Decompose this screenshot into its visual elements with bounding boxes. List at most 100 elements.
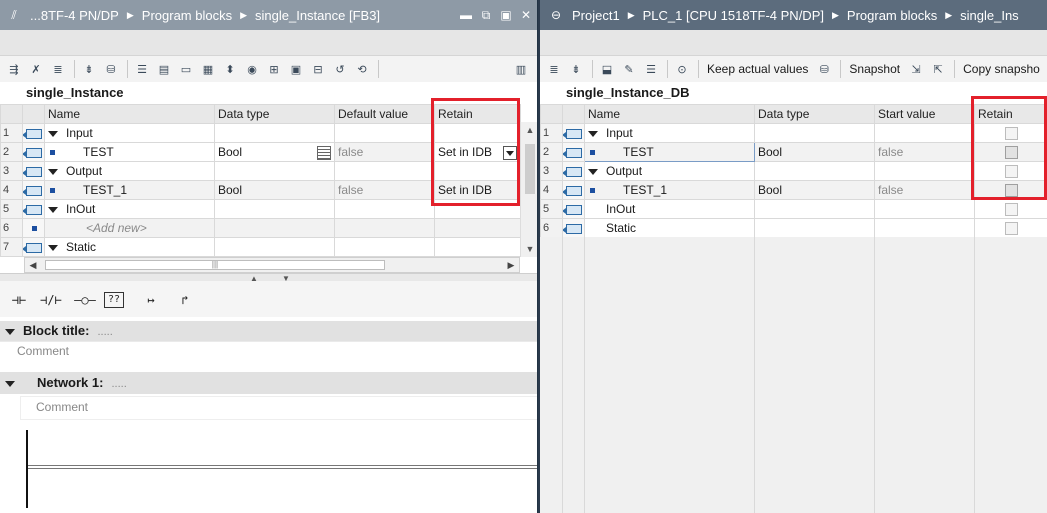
float-window-icon[interactable]: ⧉ — [479, 8, 493, 23]
table-row[interactable]: 4 TEST_1 Bool false Set in IDB — [0, 180, 521, 200]
horizontal-scrollbar[interactable]: ◀ ||| ▶ — [24, 257, 520, 273]
default-value-cell[interactable] — [334, 199, 435, 219]
table-row[interactable]: 4 TEST_1 Bool false — [540, 180, 1047, 200]
snapshot-load-icon[interactable]: ⇲ — [906, 59, 926, 79]
name-cell[interactable]: InOut — [584, 199, 755, 219]
name-cell[interactable]: Static — [44, 237, 215, 257]
insert-row-below-icon[interactable]: ⇟ — [79, 59, 99, 79]
insert-row-icon[interactable]: ≣ — [544, 59, 564, 79]
table-row[interactable]: 6 Static — [540, 218, 1047, 238]
breadcrumb-item[interactable]: Project1 — [572, 8, 620, 23]
expand-triangle-icon[interactable] — [48, 206, 58, 213]
expand-triangle-icon[interactable] — [48, 244, 58, 251]
name-cell[interactable]: Output — [44, 161, 215, 181]
breadcrumb-item[interactable]: PLC_1 [CPU 1518TF-4 PN/DP] — [643, 8, 824, 23]
unpin-icon[interactable]: ⊖ — [546, 8, 566, 22]
copy-snapshots-button[interactable]: Copy snapsho — [959, 59, 1044, 79]
scroll-thumb[interactable]: ||| — [45, 260, 385, 270]
data-type-cell[interactable] — [214, 237, 335, 257]
name-cell[interactable]: TEST — [584, 142, 755, 162]
retain-checkbox[interactable] — [1004, 222, 1018, 236]
data-type-cell[interactable] — [214, 199, 335, 219]
default-value-cell[interactable]: false — [334, 142, 435, 162]
column-header-default-value[interactable]: Default value — [334, 104, 435, 124]
retain-cell[interactable] — [434, 218, 521, 238]
call-hierarchy-icon[interactable]: ⊟ — [308, 59, 328, 79]
retain-checkbox[interactable] — [1004, 146, 1018, 160]
name-cell[interactable]: Input — [584, 123, 755, 143]
add-new-placeholder[interactable]: <Add new> — [86, 221, 147, 235]
monitoring-icon[interactable]: ⟲ — [352, 59, 372, 79]
empty-box-icon[interactable]: ?? — [104, 292, 124, 308]
table-row[interactable]: 1 Input — [540, 123, 1047, 143]
column-header-name[interactable]: Name — [44, 104, 215, 124]
maximize-icon[interactable]: ▣ — [499, 8, 513, 22]
retain-cell[interactable] — [434, 237, 521, 257]
minimize-icon[interactable]: ▬ — [459, 8, 473, 22]
retain-cell[interactable]: Set in IDB — [434, 180, 521, 200]
refresh-icon[interactable]: ↺ — [330, 59, 350, 79]
scroll-down-icon[interactable]: ▼ — [521, 241, 537, 257]
retain-checkbox[interactable] — [1004, 184, 1018, 198]
name-cell[interactable]: TEST_1 — [584, 180, 755, 200]
network-title-value[interactable]: ..... — [111, 378, 126, 390]
normally-open-contact-icon[interactable]: ⊣⊢ — [4, 289, 34, 311]
expanded-mode-icon[interactable]: ⬓ — [597, 59, 617, 79]
table-icon[interactable]: ▤ — [154, 59, 174, 79]
snapshot-button[interactable]: Snapshot — [845, 59, 904, 79]
retain-cell[interactable]: Set in IDB — [434, 142, 521, 162]
expand-triangle-icon[interactable] — [588, 130, 598, 137]
data-type-cell[interactable] — [214, 218, 335, 238]
breadcrumb-item[interactable]: Program blocks — [142, 8, 232, 23]
list-icon[interactable]: ☰ — [132, 59, 152, 79]
name-cell[interactable]: Input — [44, 123, 215, 143]
default-value-cell[interactable] — [334, 123, 435, 143]
data-type-cell[interactable] — [214, 123, 335, 143]
vertical-scrollbar[interactable]: ▲ ▼ — [520, 122, 537, 257]
close-branch-icon[interactable]: ↱ — [170, 289, 200, 311]
retain-checkbox[interactable] — [1004, 165, 1018, 179]
comment-icon[interactable]: ▦ — [198, 59, 218, 79]
database-icon[interactable]: ⛁ — [101, 59, 121, 79]
block-comment-box[interactable] — [0, 341, 537, 371]
breadcrumb-item[interactable]: ...8TF-4 PN/DP — [30, 8, 119, 23]
breadcrumb-item[interactable]: single_Instance [FB3] — [255, 8, 380, 23]
retain-dropdown-icon[interactable] — [503, 145, 517, 160]
expand-triangle-icon[interactable] — [48, 130, 58, 137]
breadcrumb-item[interactable]: single_Ins — [960, 8, 1019, 23]
data-type-cell[interactable]: Bool — [214, 142, 335, 162]
block-title-header[interactable]: Block title:..... — [0, 321, 537, 341]
table-row[interactable]: 5 InOut — [540, 199, 1047, 219]
block-comment[interactable]: Comment — [17, 344, 69, 358]
retain-checkbox[interactable] — [1004, 203, 1018, 217]
expand-triangle-icon[interactable] — [48, 168, 58, 175]
retain-cell[interactable] — [974, 142, 1047, 162]
default-value-cell[interactable] — [334, 218, 435, 238]
table-row[interactable]: 3 Output — [0, 161, 521, 181]
retain-checkbox[interactable] — [1004, 127, 1018, 141]
close-icon[interactable]: ✕ — [519, 8, 533, 22]
retain-cell[interactable] — [434, 123, 521, 143]
settings-panel-icon[interactable]: ▥ — [511, 59, 531, 79]
monitor-all-icon[interactable]: ⊙ — [672, 59, 692, 79]
retain-cell[interactable] — [434, 161, 521, 181]
network-comment-box[interactable] — [20, 396, 537, 420]
retain-cell[interactable] — [974, 161, 1047, 181]
snapshot-restore-icon[interactable]: ⇱ — [928, 59, 948, 79]
network-overview-icon[interactable]: ▣ — [286, 59, 306, 79]
name-cell[interactable]: <Add new> — [44, 218, 215, 238]
collapse-icon[interactable]: ▭ — [176, 59, 196, 79]
table-row[interactable]: 7 Static — [0, 237, 521, 257]
retain-cell[interactable] — [974, 180, 1047, 200]
scroll-thumb[interactable] — [525, 144, 535, 194]
name-cell[interactable]: Output — [584, 161, 755, 181]
retain-cell[interactable] — [434, 199, 521, 219]
name-cell[interactable]: TEST_1 — [44, 180, 215, 200]
favorites-icon[interactable]: ⊞ — [264, 59, 284, 79]
pin-icon[interactable]: ⫽ — [4, 8, 24, 23]
column-header-start-value[interactable]: Start value — [874, 104, 975, 124]
add-row-icon[interactable]: ⇟ — [566, 59, 586, 79]
keep-actual-values-button[interactable]: Keep actual values — [703, 59, 812, 79]
data-type-cell[interactable]: Bool — [214, 180, 335, 200]
insert-row-icon[interactable]: ≣ — [48, 59, 68, 79]
